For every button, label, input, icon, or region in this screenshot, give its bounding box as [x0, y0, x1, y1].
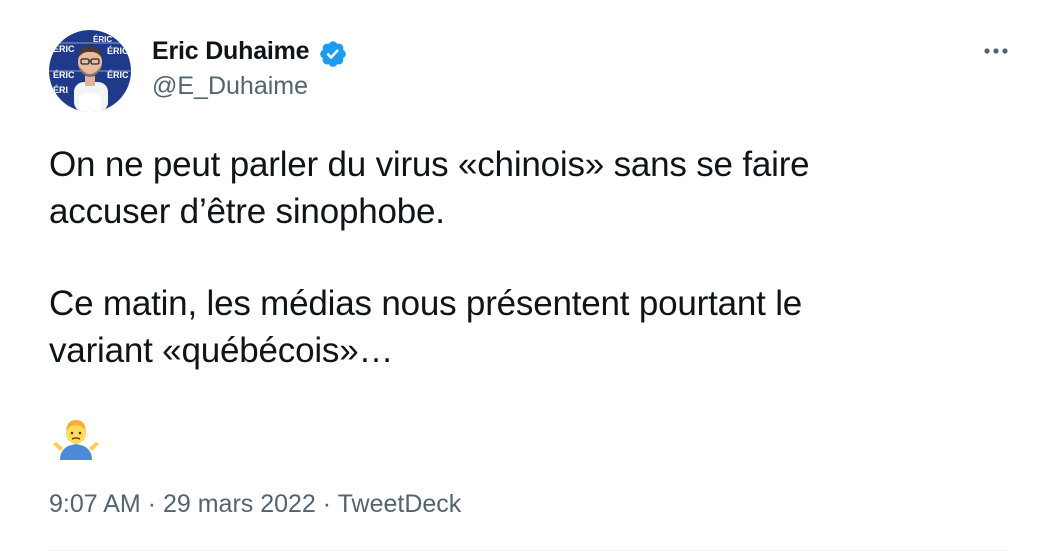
svg-text:ÉRIC: ÉRIC — [53, 70, 75, 80]
author-handle[interactable]: @E_Duhaime — [152, 72, 308, 101]
tweet-meta: 9:07 AM · 29 mars 2022 · TweetDeck — [49, 490, 461, 519]
svg-text:ÉRI: ÉRI — [53, 85, 68, 95]
tweet-date[interactable]: 29 mars 2022 — [163, 490, 316, 518]
meta-separator: · — [147, 490, 157, 518]
tweet-text: On ne peut parler du virus «chinois» san… — [49, 141, 1009, 374]
person-shrugging-emoji — [53, 420, 99, 460]
tweet-card: ÉRIC ÉRIC ÉRIC ÉRIC ÉRIC ÉRI Eric Duhaim… — [0, 0, 1044, 556]
divider — [49, 550, 1009, 551]
svg-text:ÉRIC: ÉRIC — [93, 35, 112, 44]
avatar[interactable]: ÉRIC ÉRIC ÉRIC ÉRIC ÉRIC ÉRI — [49, 30, 131, 112]
svg-text:ÉRIC: ÉRIC — [107, 70, 129, 80]
avatar-image: ÉRIC ÉRIC ÉRIC ÉRIC ÉRIC ÉRI — [49, 30, 131, 112]
tweet-paragraph: Ce matin, les médias nous présentent pou… — [49, 284, 803, 370]
meta-separator: · — [322, 490, 332, 518]
more-options-icon[interactable] — [978, 36, 1014, 66]
svg-text:ÉRIC: ÉRIC — [107, 46, 129, 56]
svg-text:ÉRIC: ÉRIC — [53, 44, 75, 54]
tweet-source[interactable]: TweetDeck — [338, 490, 462, 518]
verified-badge-icon — [320, 41, 346, 67]
tweet-paragraph: On ne peut parler du virus «chinois» san… — [49, 145, 810, 231]
author-name[interactable]: Eric Duhaime — [152, 37, 310, 66]
tweet-time[interactable]: 9:07 AM — [49, 490, 141, 518]
